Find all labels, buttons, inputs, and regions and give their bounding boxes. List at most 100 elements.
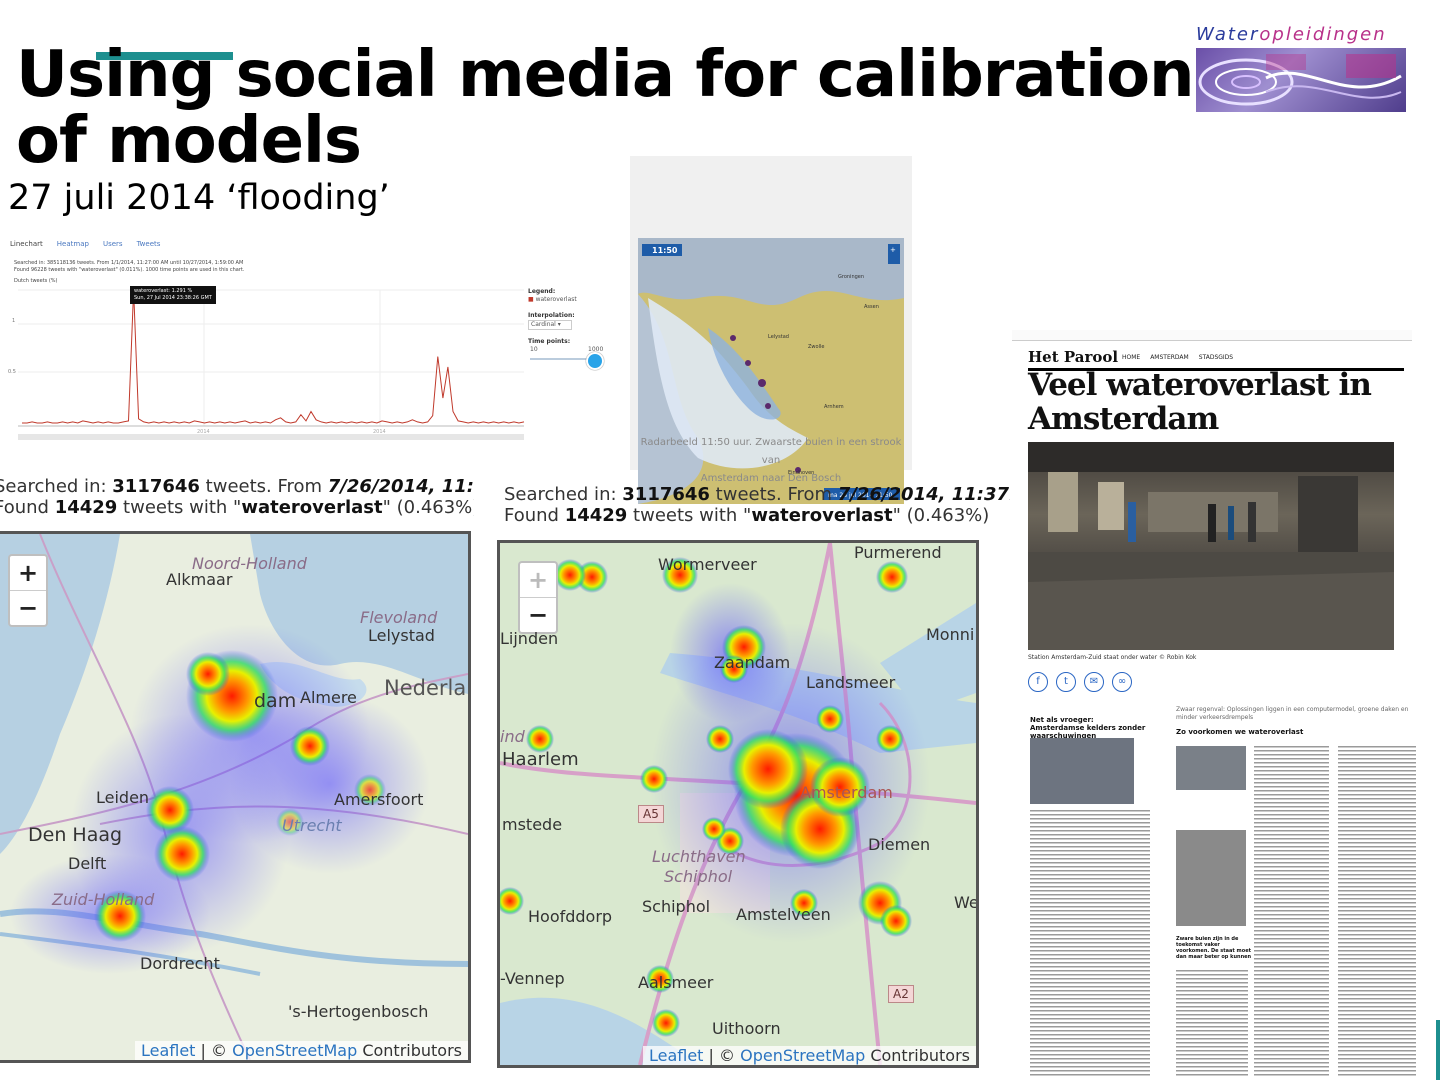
label-almere: Almere [300,688,357,707]
twitter-icon[interactable]: t [1056,672,1076,692]
map2-zoom-out-button[interactable]: − [520,598,556,632]
label-purmerend: Purmerend [854,543,942,562]
nav-amsterdam[interactable]: AMSTERDAM [1150,354,1189,361]
paper-text-column [1254,746,1329,1078]
newspaper-page: Net als vroeger: Amsterdamse kelders zon… [1014,700,1434,1078]
chart-tooltip: wateroverlast: 1.291 % Sun, 27 Jul 2014 … [130,286,216,304]
label-den-haag: Den Haag [28,824,123,846]
legend-item[interactable]: ■ wateroverlast [528,296,608,304]
label-lelystad: Lelystad [368,626,435,645]
map1-stats-line-2: Found 14429 tweets with "wateroverlast" … [0,497,474,518]
radar-place: Arnhem [824,404,844,410]
osm-link[interactable]: OpenStreetMap [740,1046,865,1065]
map1-zoom-out-button[interactable]: − [10,591,46,625]
slide-title: Using social media for calibration of mo… [16,38,1195,178]
legend-item-label: wateroverlast [535,296,577,303]
paper-headline-left: Net als vroeger: Amsterdamse kelders zon… [1030,716,1146,740]
label-lijnden: Lijnden [500,629,559,648]
timepoints-slider[interactable]: 10 1000 [528,346,608,370]
parool-brand[interactable]: Het Parool [1028,348,1118,366]
label-amsterdam: Amsterdam [800,783,893,802]
label-amersfoort: Amersfoort [334,790,424,809]
map1-zoom-in-button[interactable]: + [10,556,46,591]
paper-text-column [1338,746,1416,1078]
heavy-rain-cell [745,360,751,366]
label-landsmeer: Landsmeer [806,673,896,692]
slide-subtitle: 27 juli 2014 ‘flooding’ [8,178,390,218]
paper-portrait-photo [1176,830,1246,926]
paper-subhead: Zware buien zijn in de toekomst vaker vo… [1176,936,1252,960]
label-haarlem: Haarlem [502,749,579,770]
paper-text-column [1030,810,1150,1078]
radar-time: 11:50 [652,246,678,255]
interp-select[interactable]: Cardinal ▾ [528,320,572,330]
label-ind: ind [500,727,525,746]
label-schiphol-airport: Schiphol [664,867,733,886]
heavy-rain-cell [730,335,736,341]
label-dordrecht: Dordrecht [140,954,220,973]
slider-handle[interactable] [586,352,604,370]
label-flevoland: Flevoland [360,608,438,627]
label-zuid-holland: Zuid-Holland [52,890,155,909]
paper-headline-right: Zo voorkomen we wateroverlast [1176,728,1304,736]
heatmap-netherlands[interactable]: + − Noord-Holland Alkmaar Flevoland Lely… [0,531,471,1063]
label-schiphol: Schiphol [642,897,711,916]
label-wormerveer: Wormerveer [658,555,757,574]
paper-photo-small [1176,746,1246,790]
map2-zoom-in-button[interactable]: + [520,563,556,598]
map2-zoom-control: + − [518,561,558,634]
heavy-rain-cell [765,403,771,409]
radar-zoom-in: + [890,246,896,254]
paper-photo-street [1030,738,1134,804]
label-leiden: Leiden [96,788,150,807]
label-monnickendam: Monni [926,625,975,644]
radar-panel: 11:50 + ma 28 jul 2014 11:50 Groningen Z… [630,156,912,504]
nav-home[interactable]: HOME [1122,354,1140,361]
heatmap-amsterdam[interactable]: + − Purmerend Wormerveer Zaandam Monni L… [497,540,979,1068]
label-delft: Delft [68,854,107,873]
flooded-station-photo [1028,442,1394,650]
label-amsterdam: dam [254,690,297,712]
tooltip-line-2: Sun, 27 Jul 2014 23:38:26 GMT [134,295,212,301]
map1-stats-line-1: Searched in: 3117646 tweets. From 7/26/2… [0,476,474,497]
tp-min: 10 [530,346,538,353]
logo-wave-image [1196,48,1406,112]
link-icon[interactable]: ∞ [1112,672,1132,692]
ytick-top: 1 [12,318,15,324]
interp-value: Cardinal [531,321,556,328]
label-uithoorn: Uithoorn [712,1019,781,1038]
share-icons: f t ✉ ∞ [1028,672,1132,692]
road-shield-a5: A5 [638,805,664,823]
legend-title: Legend: [528,288,556,295]
nav-stadsgids[interactable]: STADSGIDS [1199,354,1233,361]
leaflet-link[interactable]: Leaflet [141,1041,195,1060]
map2-stats-line-1: Searched in: 3117646 tweets. From 7/26/2… [504,484,1010,505]
radar-caption: Radarbeeld 11:50 uur. Zwaarste buien in … [630,434,912,488]
chart-controls: Legend: ■ wateroverlast Interpolation: C… [528,288,608,370]
range-scrollbar[interactable] [18,434,524,440]
paper-text-column [1176,970,1248,1078]
leaflet-link[interactable]: Leaflet [649,1046,703,1065]
label-aalsmeer: Aalsmeer [638,973,714,992]
article-headline: Veel wateroverlast in Amsterdam [1028,367,1372,437]
label-diemen: Diemen [868,835,931,854]
browser-topbar [1012,330,1412,341]
mail-icon[interactable]: ✉ [1084,672,1104,692]
radar-place: Groningen [838,274,864,280]
linechart-panel: Linechart Heatmap Users Tweets Searched … [4,234,624,444]
label-amstede: mstede [502,815,563,834]
photo-caption: Station Amsterdam-Zuid staat onder water… [1028,654,1197,661]
map2-stats-line-2: Found 14429 tweets with "wateroverlast" … [504,505,990,526]
label-hoofddorp: Hoofddorp [528,907,613,926]
map1-stats: Searched in: 3117646 tweets. From 7/26/2… [0,476,474,518]
map1-zoom-control: + − [8,554,48,627]
label-vennep: -Vennep [500,969,565,988]
map1-attribution: Leaflet | © OpenStreetMap Contributors [134,1041,468,1060]
facebook-icon[interactable]: f [1028,672,1048,692]
map2-stats: Searched in: 3117646 tweets. From 7/26/2… [504,484,1010,526]
osm-link[interactable]: OpenStreetMap [232,1041,357,1060]
radar-caption-line-1: Radarbeeld 11:50 uur. Zwaarste buien in … [640,437,902,466]
parool-article: Het Parool HOME AMSTERDAM STADSGIDS Veel… [1012,330,1426,695]
logo-text: Wateropleidingen [1196,24,1387,45]
slide-edge-accent [1436,1020,1440,1080]
